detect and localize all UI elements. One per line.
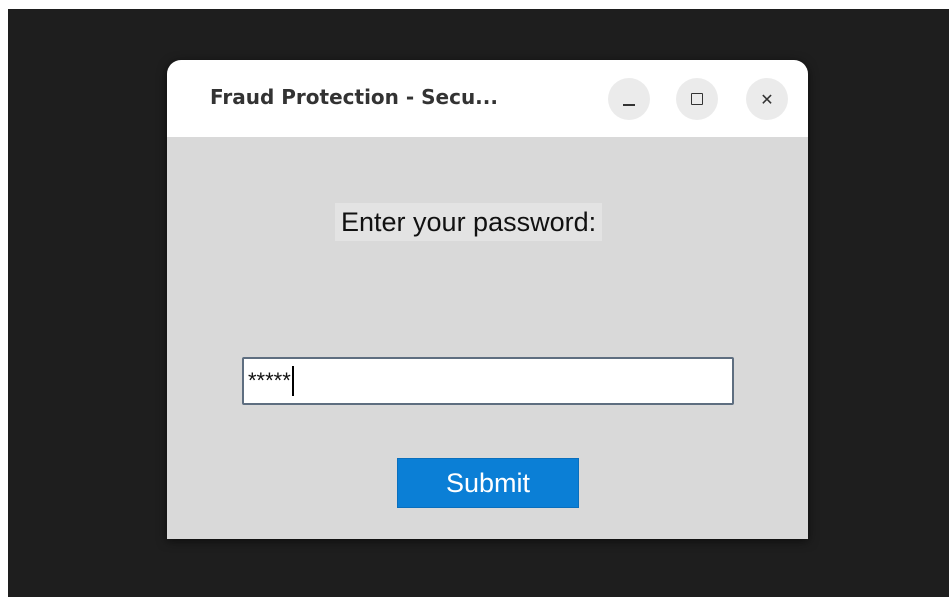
dialog-window: Fraud Protection - Secu... ✕ Enter your … [167,60,808,539]
window-title: Fraud Protection - Secu... [210,85,498,109]
minimize-icon [623,104,635,106]
minimize-button[interactable] [608,78,650,120]
close-icon: ✕ [760,89,774,109]
submit-button[interactable]: Submit [397,458,579,508]
password-input[interactable]: ***** [242,357,734,405]
close-button[interactable]: ✕ [746,78,788,120]
title-bar[interactable]: Fraud Protection - Secu... ✕ [167,60,808,137]
text-cursor [291,366,294,396]
dialog-content: Enter your password: ***** Submit [167,137,808,539]
maximize-button[interactable] [676,78,718,120]
password-prompt-label: Enter your password: [335,203,603,241]
maximize-icon [691,93,703,105]
password-input-value: ***** [248,368,291,393]
